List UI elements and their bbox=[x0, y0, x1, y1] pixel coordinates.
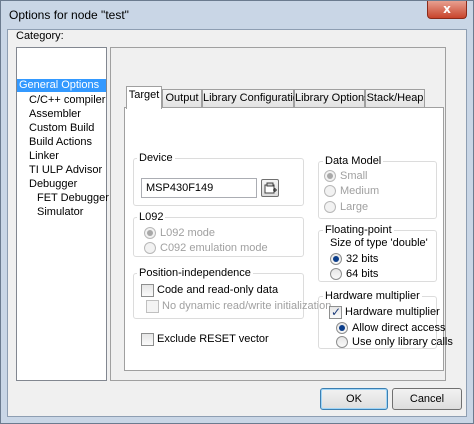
category-item-fet-debugger[interactable]: FET Debugger bbox=[37, 192, 109, 205]
tab-library-configuration[interactable]: Library Configuration bbox=[202, 89, 305, 108]
ok-button[interactable]: OK bbox=[320, 388, 388, 410]
tab-output[interactable]: Output bbox=[162, 89, 202, 108]
category-list[interactable]: General Options C/C++ compiler Assembler… bbox=[16, 47, 109, 381]
tab-stack-heap[interactable]: Stack/Heap bbox=[365, 89, 425, 108]
title-bar[interactable]: Options for node "test" bbox=[1, 1, 473, 29]
category-item-c-cpp-compiler[interactable]: C/C++ compiler bbox=[29, 94, 105, 107]
category-item-custom-build[interactable]: Custom Build bbox=[29, 122, 94, 135]
category-item-debugger[interactable]: Debugger bbox=[29, 178, 77, 191]
category-item-build-actions[interactable]: Build Actions bbox=[29, 136, 92, 149]
category-item-assembler[interactable]: Assembler bbox=[29, 108, 81, 121]
cancel-button[interactable]: Cancel bbox=[392, 388, 462, 410]
category-item-ti-ulp-advisor[interactable]: TI ULP Advisor bbox=[29, 164, 102, 177]
tab-library-options[interactable]: Library Options bbox=[294, 89, 370, 108]
category-item-simulator[interactable]: Simulator bbox=[37, 206, 83, 219]
category-label: Category: bbox=[16, 30, 64, 42]
close-button[interactable]: x bbox=[427, 1, 467, 19]
target-tab-page bbox=[124, 107, 444, 371]
category-item-linker[interactable]: Linker bbox=[29, 150, 59, 163]
window-title: Options for node "test" bbox=[9, 8, 129, 22]
tab-target[interactable]: Target bbox=[126, 86, 162, 109]
category-item-general-options[interactable]: General Options bbox=[17, 79, 106, 92]
